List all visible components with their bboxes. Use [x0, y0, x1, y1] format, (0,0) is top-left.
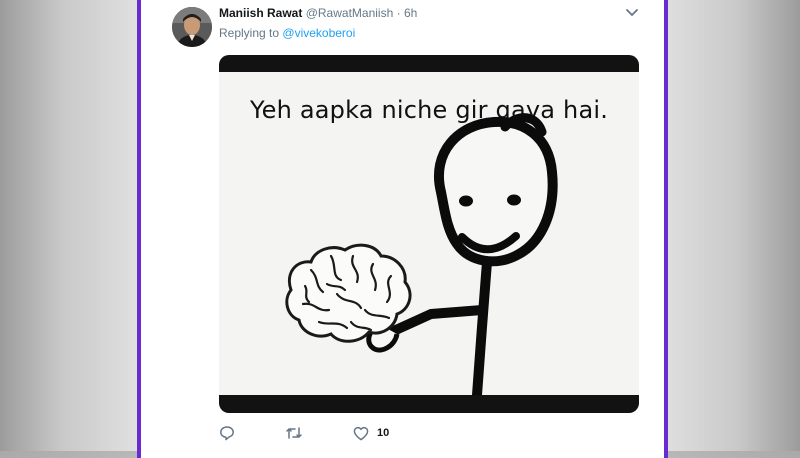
tweet-actions: 10 [219, 424, 519, 444]
replying-to-prefix: Replying to [219, 26, 280, 40]
replying-to: Replying to @vivekoberoi [219, 26, 355, 40]
background-right [662, 0, 800, 451]
tweet-frame: Maniish Rawat @RawatManiish · 6h Replyin… [137, 0, 668, 458]
like-icon[interactable] [353, 426, 369, 441]
caret-down-icon[interactable] [624, 6, 640, 20]
background-left [0, 0, 138, 451]
replying-to-link[interactable]: @vivekoberoi [282, 26, 355, 40]
tweet-media[interactable]: Yeh aapka niche gir gaya hai. [219, 55, 639, 413]
meme-image: Yeh aapka niche gir gaya hai. [219, 72, 639, 395]
reply-icon[interactable] [219, 424, 235, 442]
timestamp[interactable]: 6h [404, 6, 417, 20]
avatar[interactable] [172, 7, 212, 47]
tweet-card[interactable]: Maniish Rawat @RawatManiish · 6h Replyin… [141, 0, 664, 458]
retweet-icon[interactable] [285, 424, 303, 442]
like-button[interactable]: 10 [353, 424, 389, 442]
meme-drawing [285, 113, 558, 395]
user-handle[interactable]: @RawatManiish [306, 6, 394, 20]
like-count: 10 [377, 427, 390, 439]
avatar-image [172, 7, 212, 47]
separator-dot: · [396, 6, 401, 20]
display-name[interactable]: Maniish Rawat [219, 6, 302, 20]
tweet-header: Maniish Rawat @RawatManiish · 6h [219, 6, 639, 24]
